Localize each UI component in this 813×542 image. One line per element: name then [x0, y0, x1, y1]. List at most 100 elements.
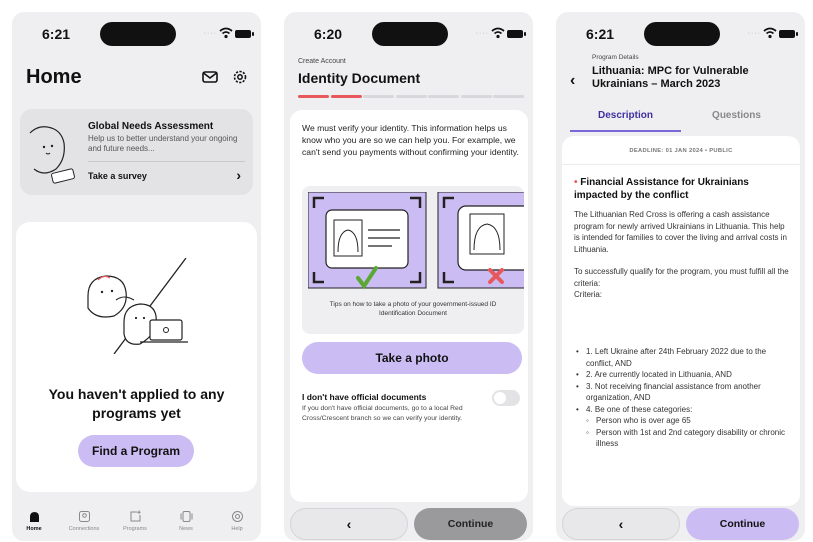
tab-home[interactable]: Home [12, 510, 56, 532]
detail-tabs: Description Questions [570, 104, 792, 132]
status-time: 6:21 [42, 26, 71, 42]
survey-description: Help us to better understand your ongoin… [88, 134, 238, 153]
criteria-list: 1. Left Ukraine after 24th February 2022… [574, 346, 792, 450]
status-bar: 6:20 ···· [284, 22, 533, 46]
take-survey-link[interactable]: Take a survey [88, 171, 147, 181]
section-title-text: Financial Assistance for Ukrainians impa… [574, 177, 749, 201]
battery-icon [507, 30, 526, 38]
tab-connections-label: Connections [68, 526, 100, 532]
deadline-meta: DEADLINE: 01 JAN 2024 • PUBLIC [629, 148, 733, 154]
back-button[interactable]: ‹ [562, 508, 680, 540]
progress-step [330, 95, 362, 98]
page-title: Lithuania: MPC for Vulnerable Ukrainians… [592, 65, 749, 90]
wifi-icon [219, 27, 233, 39]
battery-icon [235, 30, 254, 38]
progress-step [298, 95, 329, 98]
identity-card: We must verify your identity. This infor… [290, 110, 528, 502]
find-program-button[interactable]: Find a Program [78, 435, 194, 467]
criteria-label: Criteria: [574, 290, 603, 299]
active-tab-indicator [570, 130, 681, 132]
wifi-icon [491, 27, 505, 39]
signal-icon: ···· [475, 30, 489, 37]
list-sub-item: Person with 1st and 2nd category disabil… [574, 427, 792, 450]
no-documents-title: I don't have official documents [302, 392, 427, 402]
tab-questions[interactable]: Questions [681, 110, 792, 121]
signal-icon: ···· [747, 30, 761, 37]
continue-button[interactable]: Continue [414, 508, 527, 540]
section-title: • Financial Assistance for Ukrainians im… [574, 176, 784, 202]
survey-title: Global Needs Assessment [88, 121, 214, 132]
no-documents-description: If you don't have official documents, go… [302, 405, 463, 422]
back-arrow-icon[interactable]: ‹ [570, 72, 575, 90]
step-progress [298, 95, 524, 98]
empty-state-card: You haven't applied to any programs yet … [16, 222, 257, 492]
empty-state-illustration [87, 258, 188, 354]
tab-home-label: Home [26, 526, 42, 532]
battery-icon [779, 30, 798, 38]
criteria-intro: To successfully qualify for the program,… [574, 267, 789, 288]
bottom-actions: ‹ Continue [556, 508, 805, 541]
photo-tips-caption: Tips on how to take a photo of your gove… [302, 300, 524, 318]
bottom-actions: ‹ Continue [284, 508, 533, 541]
bottom-tab-bar: Home Connections Programs News Help [12, 510, 261, 541]
status-time: 6:21 [586, 26, 615, 42]
identity-document-screen: 6:20 ···· Create Account Identity Docume… [284, 12, 533, 541]
dynamic-island [372, 22, 448, 46]
back-button[interactable]: ‹ [290, 508, 408, 540]
tab-connections[interactable]: Connections [62, 510, 106, 532]
id-photo-tips-illustration [308, 192, 524, 290]
gear-icon[interactable] [231, 68, 249, 86]
tab-news-label: News [179, 526, 193, 532]
tab-help-label: Help [231, 526, 243, 532]
list-item: 2. Are currently located in Lithuania, A… [574, 369, 792, 381]
continue-button[interactable]: Continue [686, 508, 799, 540]
photo-tips-caption-line1: Tips on how to take a photo of your gove… [329, 301, 497, 308]
photo-tips-carousel[interactable]: Tips on how to take a photo of your gove… [302, 186, 524, 334]
connections-icon [78, 511, 90, 522]
page-title: Identity Document [298, 70, 421, 86]
list-item: 3. Not receiving financial assistance fr… [574, 381, 792, 404]
description-paragraph: The Lithuanian Red Cross is offering a c… [574, 210, 787, 254]
progress-step [493, 95, 524, 98]
list-item: 4. Be one of these categories: [574, 404, 792, 416]
survey-card[interactable]: Global Needs Assessment Help us to bette… [20, 109, 253, 195]
tab-programs[interactable]: Programs [113, 510, 157, 532]
list-sub-item: Person who is over age 65 [574, 415, 792, 427]
breadcrumb: Program Details [592, 54, 639, 61]
status-bar: 6:21 ···· [12, 22, 261, 46]
progress-step [363, 95, 394, 98]
list-item: 1. Left Ukraine after 24th February 2022… [574, 346, 792, 369]
description-body: The Lithuanian Red Cross is offering a c… [574, 209, 792, 301]
dynamic-island [100, 22, 176, 46]
programs-icon [130, 510, 141, 522]
empty-state-message: You haven't applied to any programs yet [48, 386, 225, 421]
tab-programs-label: Programs [123, 526, 147, 532]
tab-help[interactable]: Help [215, 510, 259, 532]
chevron-right-icon[interactable]: › [236, 167, 241, 183]
progress-step [428, 95, 459, 98]
progress-step [395, 95, 427, 98]
divider [562, 164, 800, 165]
divider [88, 161, 245, 162]
tab-description[interactable]: Description [570, 110, 681, 121]
home-icon [29, 512, 39, 522]
tab-news[interactable]: News [164, 510, 208, 532]
progress-step [460, 95, 492, 98]
mail-icon[interactable] [201, 68, 219, 86]
wifi-icon [763, 27, 777, 39]
program-details-screen: 6:21 ···· ‹ Program Details Lithuania: M… [556, 12, 805, 541]
status-bar: 6:21 ···· [556, 22, 805, 46]
photo-tips-caption-line2: Identification Document [379, 310, 447, 317]
take-photo-button[interactable]: Take a photo [302, 342, 522, 374]
news-icon [180, 511, 192, 522]
help-icon [231, 511, 243, 522]
page-title: Home [26, 66, 82, 88]
identity-intro: We must verify your identity. This infor… [302, 123, 519, 157]
description-card: DEADLINE: 01 JAN 2024 • PUBLIC • Financi… [562, 136, 800, 506]
home-screen: 6:21 ···· Home Global Needs Assessment H… [12, 12, 261, 541]
survey-illustration [29, 126, 75, 184]
breadcrumb: Create Account [298, 58, 346, 65]
status-time: 6:20 [314, 26, 343, 42]
signal-icon: ···· [203, 30, 217, 37]
dynamic-island [644, 22, 720, 46]
